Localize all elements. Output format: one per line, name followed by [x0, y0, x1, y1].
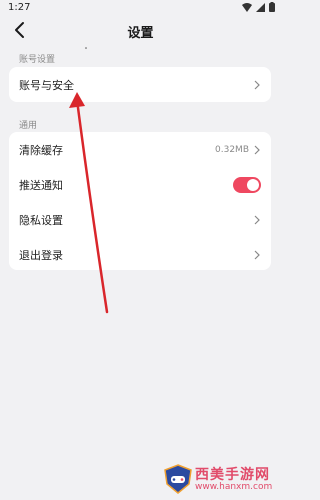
nav-bar: 设置: [0, 16, 281, 46]
card-account: 账号与安全: [9, 67, 271, 102]
toggle-knob: [247, 178, 259, 191]
status-icons: [242, 2, 275, 12]
chevron-right-icon: [254, 80, 260, 89]
page-title: 设置: [127, 26, 154, 41]
status-time: 1:27: [8, 2, 31, 13]
signal-icon: [256, 2, 265, 12]
card-general: 清除缓存 0.32MB 推送通知 隐私设置 退出登录: [9, 132, 271, 270]
settings-row-push-notifications: 推送通知: [9, 167, 271, 202]
section-label-account: 账号设置: [19, 55, 56, 65]
settings-row-account-security[interactable]: 账号与安全: [9, 67, 271, 102]
status-bar: 1:27: [0, 0, 281, 16]
settings-row-privacy[interactable]: 隐私设置: [9, 202, 271, 237]
chevron-right-icon: [254, 250, 260, 259]
chevron-right-icon: [254, 215, 260, 224]
shield-gamepad-logo: [164, 464, 192, 494]
watermark: 西美手游网 www.hanxm.com: [163, 462, 279, 498]
watermark-title: 西美手游网: [195, 467, 270, 483]
watermark-url: www.hanxm.com: [195, 482, 273, 492]
push-notification-toggle[interactable]: [233, 176, 261, 193]
settings-row-clear-cache[interactable]: 清除缓存 0.32MB: [9, 132, 271, 167]
row-label: 推送通知: [19, 178, 63, 192]
wifi-icon: [242, 2, 252, 12]
cache-size-value: 0.32MB: [215, 144, 249, 155]
row-label: 账号与安全: [19, 78, 74, 92]
battery-icon: [269, 2, 275, 12]
section-label-general: 通用: [19, 121, 38, 131]
row-label: 退出登录: [19, 248, 63, 262]
settings-row-logout[interactable]: 退出登录: [9, 237, 271, 272]
row-label: 隐私设置: [19, 213, 63, 227]
chevron-right-icon: [254, 145, 260, 154]
row-label: 清除缓存: [19, 143, 63, 157]
